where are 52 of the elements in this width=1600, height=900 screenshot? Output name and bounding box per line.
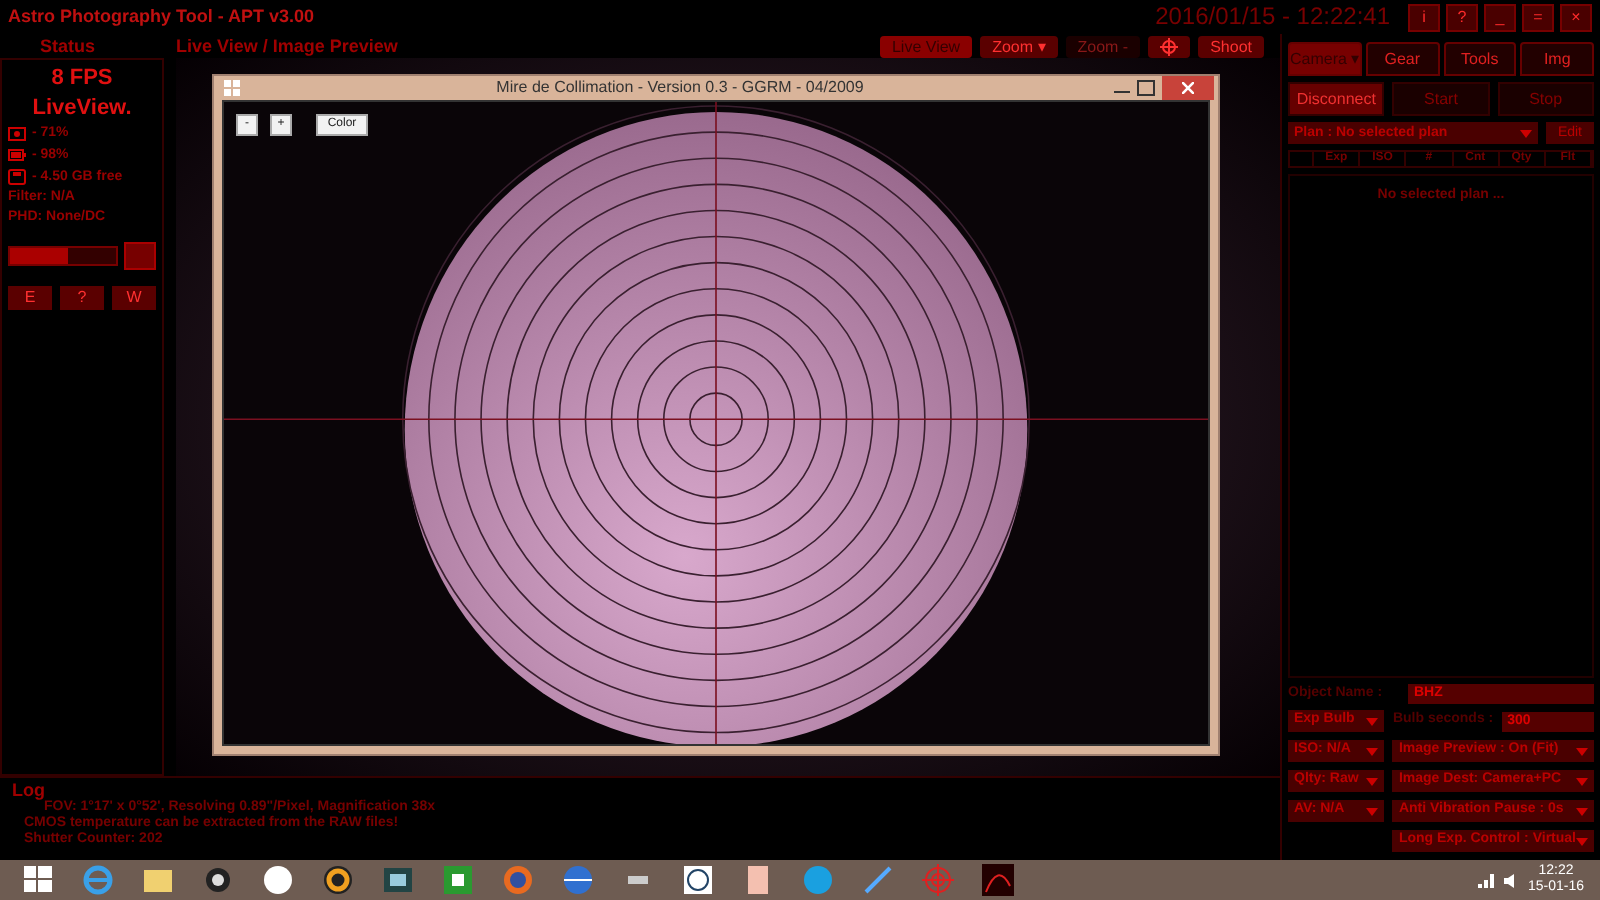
- window-title: Mire de Collimation - Version 0.3 - GGRM - 04/2009: [494, 78, 866, 98]
- nav-button[interactable]: W: [112, 286, 156, 310]
- window-button[interactable]: ×: [1560, 3, 1592, 31]
- maximize-icon[interactable]: [1134, 78, 1158, 98]
- start-icon[interactable]: [20, 862, 56, 898]
- nav-button[interactable]: ?: [60, 286, 104, 310]
- close-icon: [1182, 82, 1194, 94]
- panel-heading: Live View / Image Preview: [176, 35, 398, 57]
- window-button[interactable]: =: [1522, 3, 1554, 31]
- mode-text: LiveView.: [30, 95, 134, 121]
- circle-logo-icon[interactable]: [260, 862, 296, 898]
- caret-icon: [1576, 837, 1588, 845]
- nav-button[interactable]: E: [8, 286, 52, 310]
- fps-text: 8 FPS: [49, 66, 115, 92]
- curve-icon[interactable]: [980, 862, 1016, 898]
- caret-icon: [1576, 747, 1588, 755]
- caret-icon: [1576, 807, 1588, 815]
- ring-icon[interactable]: [320, 862, 356, 898]
- caret-icon: [1366, 717, 1379, 725]
- toolbar-button[interactable]: Live View: [879, 35, 973, 57]
- tab[interactable]: Img: [1520, 42, 1594, 77]
- panel-heading: Log: [12, 780, 45, 801]
- action-button[interactable]: Disconnect: [1288, 82, 1385, 117]
- crosshair-icon: [1160, 37, 1179, 55]
- slider-track[interactable]: [8, 246, 118, 267]
- close-button[interactable]: [1162, 76, 1214, 100]
- crosshair-button[interactable]: [1148, 35, 1191, 57]
- caret-icon: [1366, 807, 1379, 815]
- network-icon: [1475, 871, 1494, 889]
- action-button[interactable]: Stop: [1497, 82, 1594, 117]
- app-title: Astro Photography Tool - APT v3.00: [8, 6, 315, 28]
- window-icon: [222, 78, 242, 98]
- toolbar-button[interactable]: Shoot: [1198, 35, 1264, 57]
- volume-icon: [1501, 871, 1520, 889]
- window-button[interactable]: _: [1484, 3, 1516, 31]
- battery-icon: [8, 146, 26, 165]
- tab[interactable]: Tools: [1443, 42, 1517, 77]
- window-button[interactable]: i: [1408, 3, 1440, 31]
- slider-fill[interactable]: [10, 248, 69, 265]
- camera-icon: [8, 124, 26, 143]
- caret-icon: [1366, 747, 1379, 755]
- tab[interactable]: Gear: [1365, 42, 1439, 77]
- action-button[interactable]: Start: [1392, 82, 1490, 117]
- toolbar-button[interactable]: Zoom ▾: [980, 35, 1058, 57]
- date-time: 2016/01/15 - 12:22:41: [1155, 3, 1390, 31]
- globe-icon[interactable]: [560, 862, 596, 898]
- caret-icon: [1576, 777, 1588, 785]
- panel-heading: Status: [38, 35, 98, 57]
- caret-icon: [1366, 777, 1379, 785]
- window-button[interactable]: ?: [1446, 3, 1478, 31]
- slider-button[interactable]: [124, 242, 156, 271]
- caret-icon: [1519, 129, 1532, 138]
